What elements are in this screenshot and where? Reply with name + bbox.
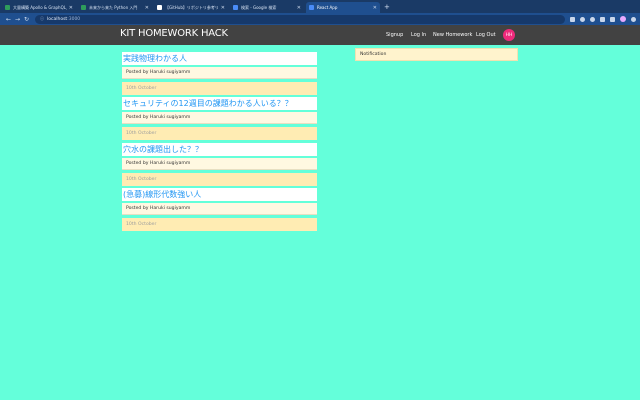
post-card[interactable]: 実践物理わかる人 Posted by Haruki sugiyamm 10th … <box>122 52 317 95</box>
post-title[interactable]: 穴水の課題出した？？ <box>122 143 317 156</box>
new-tab-icon[interactable]: + <box>384 2 390 13</box>
close-icon[interactable]: ✕ <box>297 5 301 11</box>
tab-title: React App <box>317 5 338 10</box>
post-author: Posted by Haruki sugiyamm <box>122 158 317 170</box>
post-title[interactable]: (急募)線形代数強い人 <box>122 188 317 201</box>
favicon-icon <box>233 5 238 10</box>
avatar[interactable]: HH <box>503 29 515 41</box>
notification-panel: Notification <box>355 48 518 61</box>
post-title[interactable]: 実践物理わかる人 <box>122 52 317 65</box>
tab-title: 検索 - Google 検索 <box>241 4 277 10</box>
browser-toolbar: ← → ↻ ⓘ localhost:3000 <box>0 13 640 25</box>
browser-tab-5-active[interactable]: React App ✕ <box>306 2 380 13</box>
address-bar[interactable]: ⓘ localhost:3000 <box>35 14 565 24</box>
close-icon[interactable]: ✕ <box>221 5 225 11</box>
post-card[interactable]: 穴水の課題出した？？ Posted by Haruki sugiyamm 10t… <box>122 143 317 186</box>
post-date: 10th October <box>122 218 317 231</box>
bookmark-star-icon[interactable] <box>580 16 585 22</box>
back-icon[interactable]: ← <box>4 16 13 23</box>
tab-title: 【GitHub】リポジトリ参考リンク集 <box>165 4 219 10</box>
favicon-icon <box>309 5 314 10</box>
reload-icon[interactable]: ↻ <box>22 16 31 23</box>
post-card[interactable]: セキュリティの12週目の課題わかる人いる？？ Posted by Haruki … <box>122 97 317 140</box>
puzzle-icon[interactable] <box>600 16 605 22</box>
url-port: :3000 <box>67 16 81 22</box>
favicon-icon <box>81 5 86 10</box>
login-link[interactable]: Log In <box>411 32 426 38</box>
logout-link[interactable]: Log Out <box>476 32 496 38</box>
browser-tab-4[interactable]: 検索 - Google 検索 ✕ <box>230 2 304 13</box>
new-homework-link[interactable]: New Homework <box>433 32 472 38</box>
menu-dots-icon[interactable] <box>631 16 636 22</box>
tab-title: 大量構築 Apollo & GraphQL入門 <box>13 4 67 10</box>
tab-title: 未来から来た Python 入門 <box>89 4 138 10</box>
toolbar-icons <box>565 16 636 22</box>
browser-tab-2[interactable]: 未来から来た Python 入門 ✕ <box>78 2 152 13</box>
browser-tab-1[interactable]: 大量構築 Apollo & GraphQL入門 ✕ <box>2 2 76 13</box>
post-author: Posted by Haruki sugiyamm <box>122 112 317 124</box>
post-card[interactable]: (急募)線形代数強い人 Posted by Haruki sugiyamm 10… <box>122 188 317 231</box>
browser-tab-3[interactable]: 【GitHub】リポジトリ参考リンク集 ✕ <box>154 2 228 13</box>
notification-title: Notification <box>360 52 387 57</box>
post-author: Posted by Haruki sugiyamm <box>122 203 317 215</box>
extension-icon[interactable] <box>590 16 595 22</box>
close-icon[interactable]: ✕ <box>373 5 377 11</box>
favicon-icon <box>157 5 162 10</box>
close-icon[interactable]: ✕ <box>145 5 149 11</box>
post-author: Posted by Haruki sugiyamm <box>122 67 317 79</box>
brand-title[interactable]: KIT HOMEWORK HACK <box>120 28 228 39</box>
signup-link[interactable]: Signup <box>386 32 403 38</box>
post-date: 10th October <box>122 173 317 186</box>
app-navbar: KIT HOMEWORK HACK Signup Log In New Home… <box>0 25 640 45</box>
post-title[interactable]: セキュリティの12週目の課題わかる人いる？？ <box>122 97 317 110</box>
forward-icon[interactable]: → <box>13 16 22 23</box>
favicon-icon <box>5 5 10 10</box>
info-icon[interactable]: ⓘ <box>40 16 44 22</box>
sidebar-icon[interactable] <box>610 16 615 22</box>
url-host: localhost <box>47 16 68 22</box>
close-icon[interactable]: ✕ <box>69 5 73 11</box>
post-date: 10th October <box>122 82 317 95</box>
profile-avatar-icon[interactable] <box>620 16 626 22</box>
browser-tab-bar: 大量構築 Apollo & GraphQL入門 ✕ 未来から来た Python … <box>0 0 640 13</box>
share-icon[interactable] <box>570 16 575 22</box>
post-date: 10th October <box>122 127 317 140</box>
